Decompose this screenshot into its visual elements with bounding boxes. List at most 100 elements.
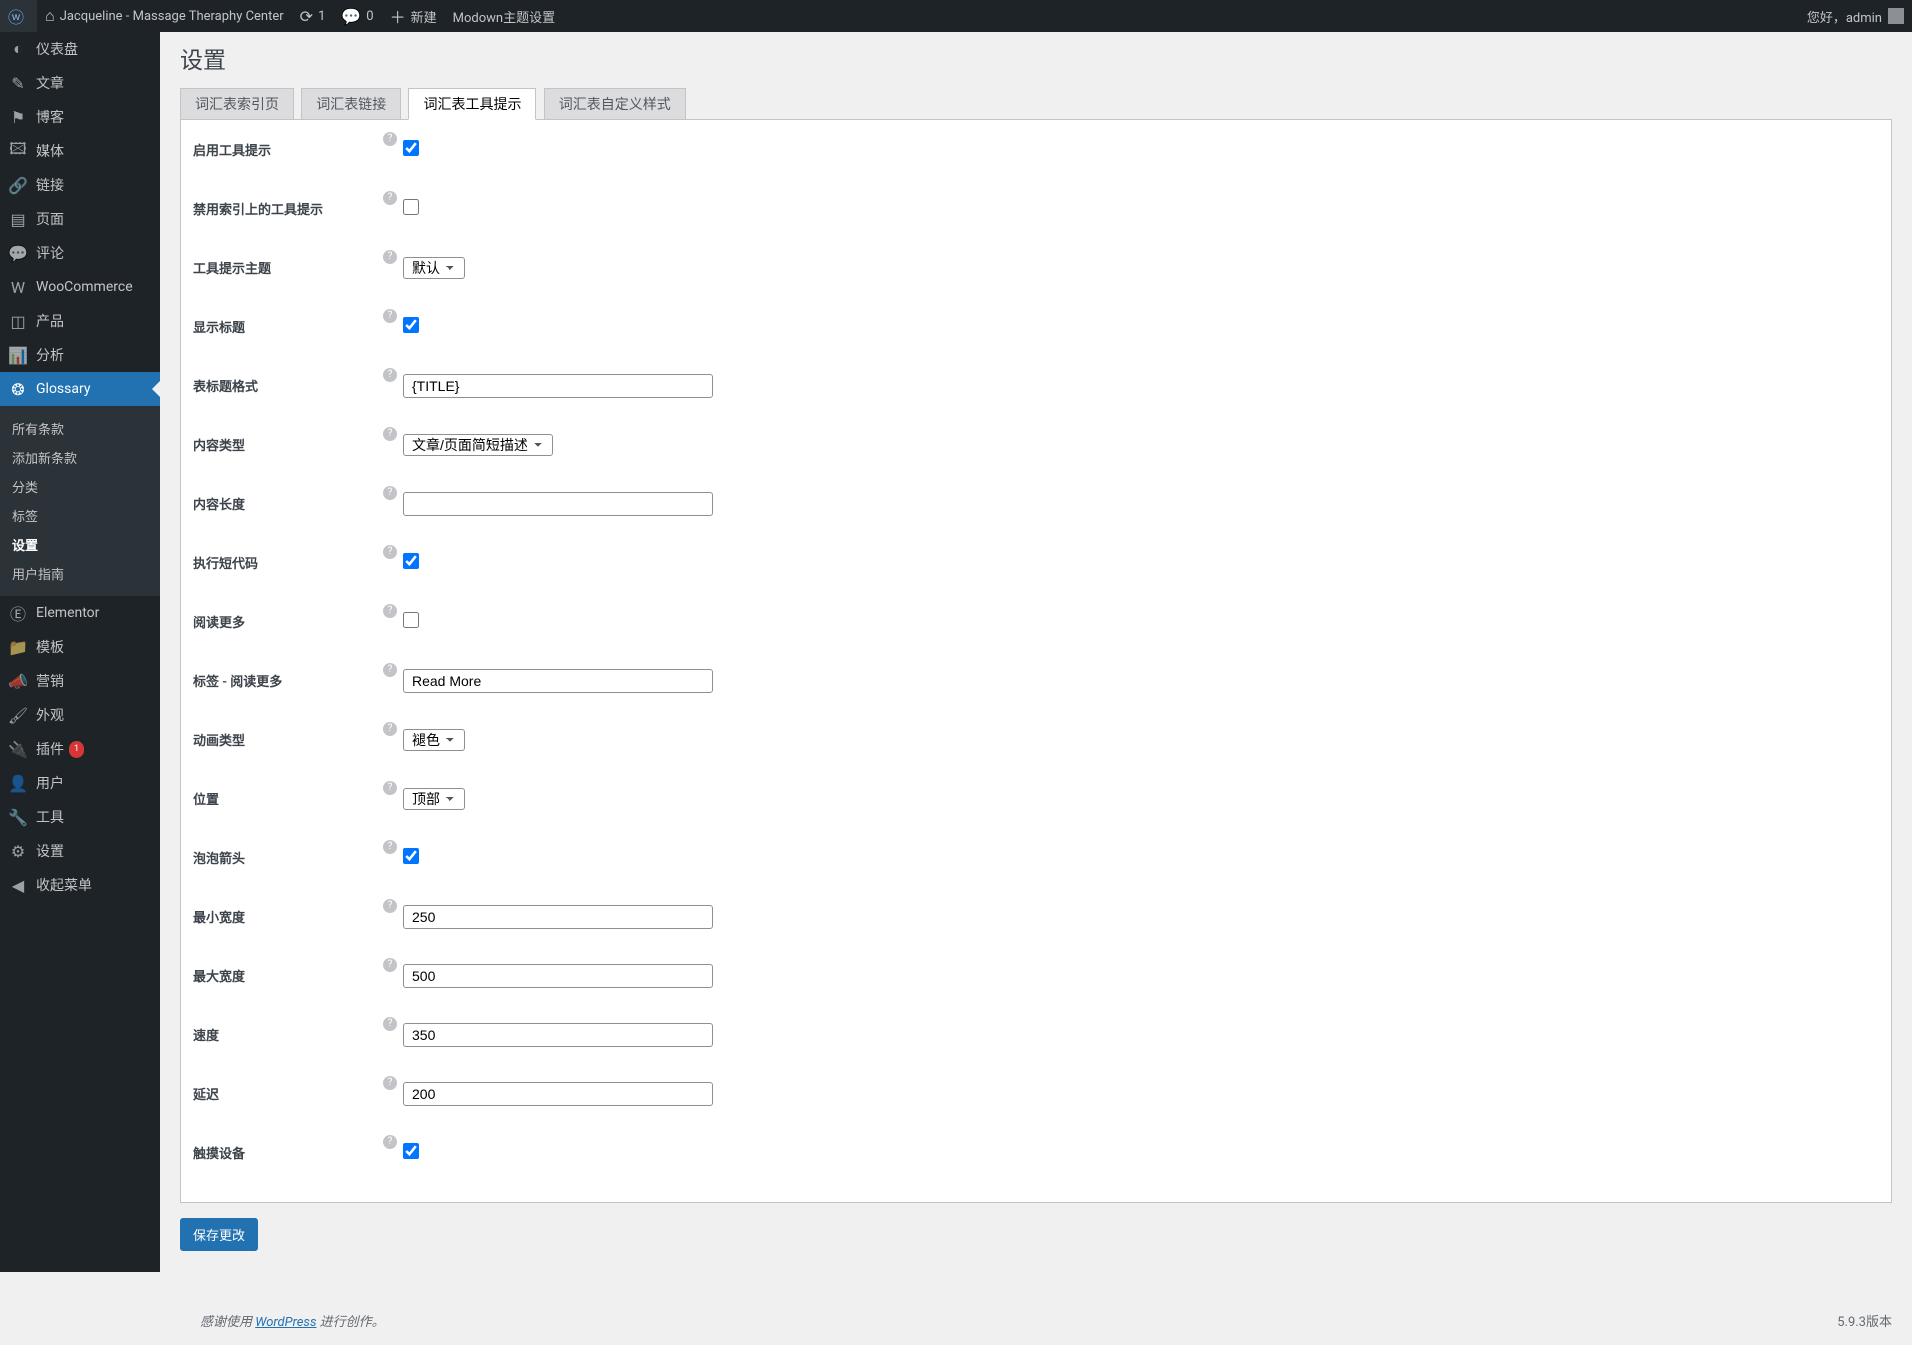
link-icon: 🔗 (8, 175, 28, 195)
help-icon[interactable]: ? (383, 958, 397, 972)
help-icon[interactable]: ? (383, 604, 397, 618)
greeting: 您好，admin (1807, 7, 1882, 26)
label-tooltip-theme: 工具提示主题 (193, 238, 393, 297)
plugin-badge: 1 (69, 741, 84, 758)
menu-glossary[interactable]: ❂Glossary (0, 372, 160, 406)
tab-custom-style[interactable]: 词汇表自定义样式 (544, 88, 686, 119)
my-account[interactable]: 您好，admin (1799, 0, 1912, 32)
select-animation-type[interactable]: 褪色 (403, 729, 465, 751)
help-icon[interactable]: ? (383, 840, 397, 854)
menu-media[interactable]: 🖾媒体 (0, 134, 160, 168)
tab-index[interactable]: 词汇表索引页 (180, 88, 294, 119)
select-tooltip-theme[interactable]: 默认 (403, 257, 465, 279)
help-icon[interactable]: ? (383, 250, 397, 264)
footer-version: 5.9.3版本 (1837, 1311, 1892, 1330)
theme-settings[interactable]: Modown主题设置 (445, 0, 563, 32)
checkbox-enable-tooltip[interactable] (403, 140, 419, 156)
select-position[interactable]: 顶部 (403, 788, 465, 810)
new-content[interactable]: ＋新建 (382, 0, 445, 32)
checkbox-show-title[interactable] (403, 317, 419, 333)
save-button[interactable]: 保存更改 (180, 1218, 258, 1251)
menu-links[interactable]: 🔗链接 (0, 168, 160, 202)
label-title-format: 表标题格式 (193, 356, 393, 415)
help-icon[interactable]: ? (383, 368, 397, 382)
label-max-width: 最大宽度 (193, 946, 393, 1005)
woo-icon: W (8, 277, 28, 297)
help-icon[interactable]: ? (383, 486, 397, 500)
menu-marketing[interactable]: 📣营销 (0, 664, 160, 698)
label-speed: 速度 (193, 1005, 393, 1064)
help-icon[interactable]: ? (383, 132, 397, 146)
checkbox-disable-on-index[interactable] (403, 199, 419, 215)
folder-icon: 📁 (8, 637, 28, 657)
comments[interactable]: 💬0 (333, 0, 381, 32)
site-name: Jacqueline - Massage Theraphy Center (60, 9, 284, 24)
menu-dashboard[interactable]: ◐仪表盘 (0, 32, 160, 66)
elementor-icon: Ⓔ (8, 603, 28, 623)
updates[interactable]: ⟳1 (292, 0, 334, 32)
menu-woocommerce[interactable]: WWooCommerce (0, 270, 160, 304)
wp-logo[interactable]: ⓦ (0, 0, 37, 32)
input-speed[interactable] (403, 1023, 713, 1047)
checkbox-read-more[interactable] (403, 612, 419, 628)
help-icon[interactable]: ? (383, 545, 397, 559)
gear-icon: ⚙ (8, 841, 28, 861)
label-min-width: 最小宽度 (193, 887, 393, 946)
input-read-more-label[interactable] (403, 669, 713, 693)
megaphone-icon: 📣 (8, 671, 28, 691)
comments-count: 0 (366, 9, 373, 24)
help-icon[interactable]: ? (383, 1135, 397, 1149)
menu-collapse[interactable]: ◀收起菜单 (0, 868, 160, 902)
menu-pages[interactable]: ▤页面 (0, 202, 160, 236)
select-content-type[interactable]: 文章/页面简短描述 (403, 434, 553, 456)
tab-links[interactable]: 词汇表链接 (301, 88, 401, 119)
submenu-categories[interactable]: 分类 (0, 472, 160, 501)
input-delay[interactable] (403, 1082, 713, 1106)
input-title-format[interactable] (403, 374, 713, 398)
menu-blog[interactable]: ⚑博客 (0, 100, 160, 134)
menu-appearance[interactable]: 🖌外观 (0, 698, 160, 732)
label-read-more-text: 标签 - 阅读更多 (193, 651, 393, 710)
menu-plugins[interactable]: 🔌插件1 (0, 732, 160, 766)
submenu-tags[interactable]: 标签 (0, 501, 160, 530)
dashboard-icon: ◐ (8, 39, 28, 59)
help-icon[interactable]: ? (383, 1017, 397, 1031)
product-icon: ◫ (8, 311, 28, 331)
label-show-title: 显示标题 (193, 297, 393, 356)
label-delay: 延迟 (193, 1064, 393, 1123)
menu-elementor[interactable]: ⒺElementor (0, 596, 160, 630)
checkbox-exec-shortcode[interactable] (403, 553, 419, 569)
help-icon[interactable]: ? (383, 663, 397, 677)
menu-tools[interactable]: 🔧工具 (0, 800, 160, 834)
site-link[interactable]: ⌂Jacqueline - Massage Theraphy Center (37, 0, 292, 32)
menu-products[interactable]: ◫产品 (0, 304, 160, 338)
checkbox-touch-device[interactable] (403, 1143, 419, 1159)
help-icon[interactable]: ? (383, 781, 397, 795)
menu-analytics[interactable]: 📊分析 (0, 338, 160, 372)
label-touch-device: 触摸设备 (193, 1123, 393, 1182)
input-content-length[interactable] (403, 492, 713, 516)
input-min-width[interactable] (403, 905, 713, 929)
menu-settings[interactable]: ⚙设置 (0, 834, 160, 868)
page-icon: ▤ (8, 209, 28, 229)
input-max-width[interactable] (403, 964, 713, 988)
menu-comments[interactable]: 💬评论 (0, 236, 160, 270)
admin-menu: ◐仪表盘 ✎文章 ⚑博客 🖾媒体 🔗链接 ▤页面 💬评论 WWooCommerc… (0, 32, 160, 902)
help-icon[interactable]: ? (383, 191, 397, 205)
wordpress-link[interactable]: WordPress (255, 1315, 316, 1330)
glossary-submenu: 所有条款 添加新条款 分类 标签 设置 用户指南 (0, 406, 160, 596)
help-icon[interactable]: ? (383, 309, 397, 323)
submenu-settings[interactable]: 设置 (0, 530, 160, 559)
submenu-guide[interactable]: 用户指南 (0, 559, 160, 588)
submenu-add-term[interactable]: 添加新条款 (0, 443, 160, 472)
help-icon[interactable]: ? (383, 427, 397, 441)
menu-posts[interactable]: ✎文章 (0, 66, 160, 100)
checkbox-bubble-arrow[interactable] (403, 848, 419, 864)
menu-templates[interactable]: 📁模板 (0, 630, 160, 664)
tab-tooltip[interactable]: 词汇表工具提示 (408, 88, 536, 120)
submenu-all-terms[interactable]: 所有条款 (0, 414, 160, 443)
help-icon[interactable]: ? (383, 1076, 397, 1090)
help-icon[interactable]: ? (383, 899, 397, 913)
help-icon[interactable]: ? (383, 722, 397, 736)
menu-users[interactable]: 👤用户 (0, 766, 160, 800)
